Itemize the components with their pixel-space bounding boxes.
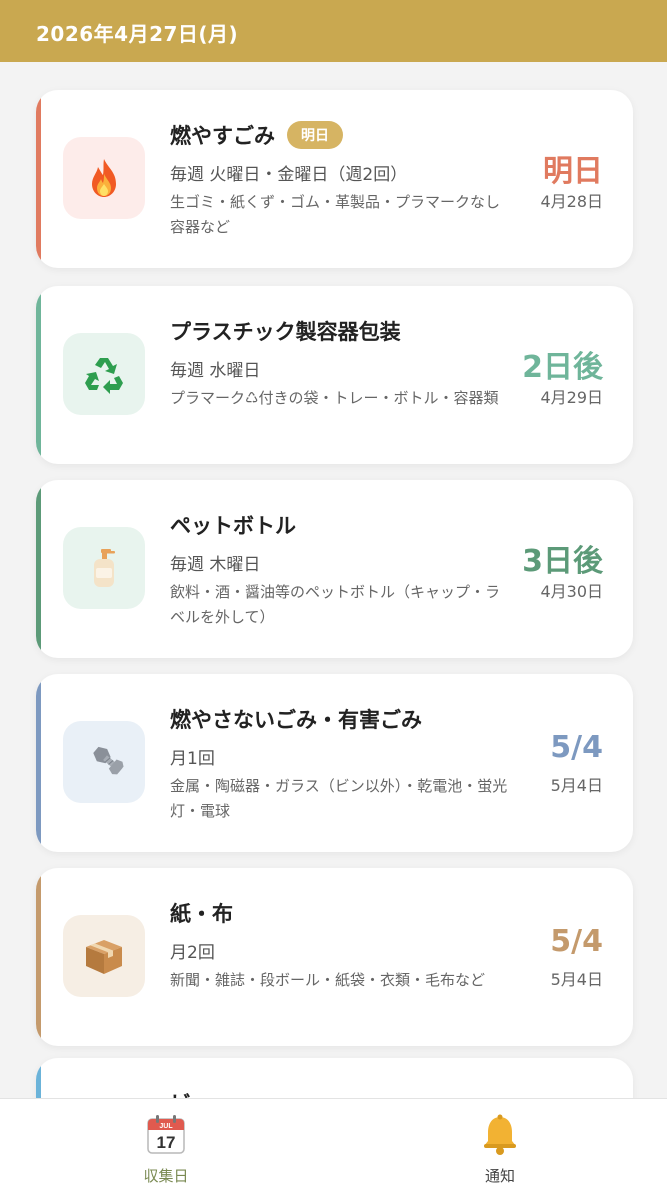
card-schedule: 毎週 水曜日 [170,361,261,381]
card-accent-bar [36,480,41,658]
card-relative-day: 2日後 [522,350,603,385]
card-title: ペットボトル [170,514,296,538]
tab-label: 収集日 [143,1167,189,1185]
card-accent-bar [36,674,41,852]
card-icon-box [63,333,145,415]
card-accent-bar [36,286,41,464]
card-schedule: 月2回 [170,943,215,963]
card-date: 4月30日 [540,582,603,601]
card-icon-box [63,527,145,609]
bolt-nut-icon [93,746,124,775]
garbage-card-paper-cloth[interactable]: 紙・布 月2回 新聞・雑誌・段ボール・紙袋・衣類・毛布など 5/4 5月4日 [36,868,633,1046]
recycle-icon [85,358,123,394]
card-icon-box [63,721,145,803]
card-accent-bar [36,90,41,268]
card-description: 新聞・雑誌・段ボール・紙袋・衣類・毛布など [170,971,486,989]
card-title: 燃やさないごみ・有害ごみ [170,708,422,732]
card-date: 5月4日 [550,970,603,989]
card-description: 生ゴミ・紙くず・ゴム・革製品・プラマークなし容器など [170,193,501,236]
calendar-month-label: JUL [159,1123,173,1130]
tab-collection-days[interactable]: JUL 17 収集日 [106,1113,226,1186]
card-accent-bar [36,868,41,1046]
card-date: 5月4日 [550,776,603,795]
card-title: 紙・布 [170,902,233,926]
garbage-card-bottles[interactable]: ビ [36,1058,633,1098]
card-icon-box [63,137,145,219]
card-date: 4月29日 [540,388,603,407]
card-title: ビ [170,1088,191,1098]
garbage-card-non-burnable[interactable]: 燃やさないごみ・有害ごみ 月1回 金属・陶磁器・ガラス（ビン以外）・乾電池・蛍光… [36,674,633,852]
calendar-icon: JUL 17 [147,1115,185,1154]
card-schedule: 月1回 [170,749,215,769]
calendar-day-label: 17 [157,1133,176,1152]
card-description: 飲料・酒・醤油等のペットボトル（キャップ・ラベルを外して） [170,583,501,626]
bell-icon [484,1114,516,1155]
bottle-icon [94,549,115,587]
card-schedule: 毎週 火曜日・金曜日（週2回） [170,165,408,185]
tab-bar: JUL 17 収集日 通知 [0,1098,667,1200]
card-relative-day: 3日後 [522,544,603,579]
card-schedule: 毎週 木曜日 [170,555,261,575]
card-relative-day: 明日 [543,154,603,189]
card-relative-day: 5/4 [550,730,603,765]
garbage-card-burnable[interactable]: 燃やすごみ 明日 毎週 火曜日・金曜日（週2回） 生ゴミ・紙くず・ゴム・革製品・… [36,90,633,268]
header-date-title: 2026年4月27日(月) [36,22,239,46]
card-title: プラスチック製容器包装 [170,320,401,344]
collection-list[interactable]: 燃やすごみ 明日 毎週 火曜日・金曜日（週2回） 生ゴミ・紙くず・ゴム・革製品・… [0,62,667,1098]
card-description: 金属・陶磁器・ガラス（ビン以外）・乾電池・蛍光灯・電球 [170,777,508,820]
card-description: プラマーク♺付きの袋・トレー・ボトル・容器類 [170,389,499,407]
fire-icon [92,159,116,197]
card-accent-bar [36,1058,41,1098]
tomorrow-badge: 明日 [287,121,343,149]
tab-notifications[interactable]: 通知 [440,1113,560,1186]
card-relative-day: 5/4 [550,924,603,959]
garbage-card-plastic[interactable]: プラスチック製容器包装 毎週 水曜日 プラマーク♺付きの袋・トレー・ボトル・容器… [36,286,633,464]
card-icon-box [63,915,145,997]
card-title: 燃やすごみ [170,124,275,148]
app-header: 2026年4月27日(月) [0,0,667,62]
cardboard-box-icon [86,940,122,974]
garbage-card-pet-bottle[interactable]: ペットボトル 毎週 木曜日 飲料・酒・醤油等のペットボトル（キャップ・ラベルを外… [36,480,633,658]
tab-label: 通知 [484,1167,515,1185]
card-date: 4月28日 [540,192,603,211]
